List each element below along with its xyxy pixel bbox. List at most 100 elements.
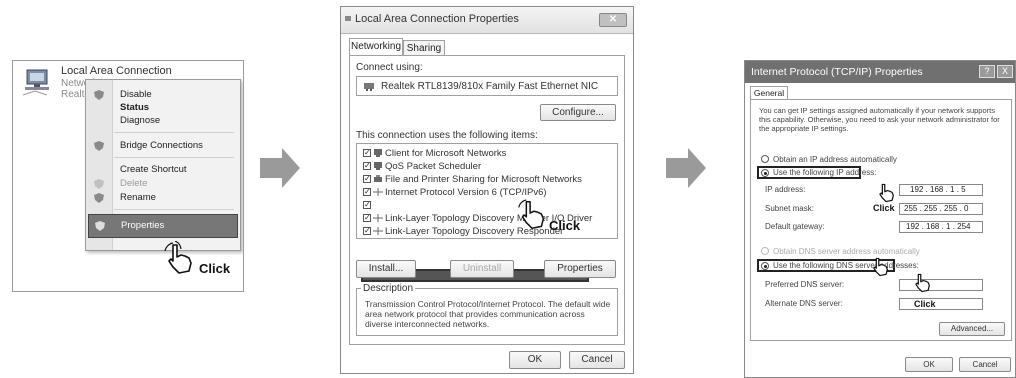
tcpip-properties-dialog: Internet Protocol (TCP/IP) Properties ? … xyxy=(744,60,1016,378)
ip-address-value: 192 . 168 . 1 . 5 xyxy=(910,185,966,194)
obtain-ip-label: Obtain an IP address automatically xyxy=(773,155,897,164)
menu-item-disable[interactable]: Disable xyxy=(120,89,152,100)
arrow-right-icon xyxy=(260,148,300,188)
uninstall-button[interactable]: Uninstall xyxy=(450,260,514,278)
ip-address-input[interactable]: 192 . 168 . 1 . 5 xyxy=(899,184,983,196)
shield-icon xyxy=(94,193,104,203)
item-checkbox[interactable]: ✓ xyxy=(363,162,371,170)
item-checkbox[interactable]: ✓ xyxy=(363,201,371,209)
menu-item-delete[interactable]: Delete xyxy=(120,178,147,189)
menu-item-bridge-connections[interactable]: Bridge Connections xyxy=(120,140,203,151)
menu-separator xyxy=(114,132,234,133)
printer-icon xyxy=(374,175,382,182)
tab-general[interactable]: General xyxy=(750,86,788,100)
click-label: Click xyxy=(199,261,231,276)
menu-item-rename[interactable]: Rename xyxy=(120,192,156,203)
item-checkbox[interactable]: ✓ xyxy=(363,175,371,183)
gateway-label: Default gateway: xyxy=(765,222,825,231)
use-ip-radio[interactable] xyxy=(761,169,769,177)
shield-icon xyxy=(94,141,104,151)
general-pane: You can get IP settings assigned automat… xyxy=(750,99,1012,341)
hand-cursor-icon xyxy=(915,273,930,293)
close-button[interactable]: ✕ xyxy=(599,13,627,27)
subnet-label: Subnet mask: xyxy=(765,204,814,213)
click-label: Click xyxy=(873,203,895,213)
dialog-title: Internet Protocol (TCP/IP) Properties xyxy=(751,66,923,78)
shield-icon xyxy=(95,221,105,231)
items-list: ✓ Client for Microsoft Networks ✓ QoS Pa… xyxy=(356,143,618,282)
install-button[interactable]: Install... xyxy=(356,260,416,278)
subnet-value: 255 . 255 . 255 . 0 xyxy=(904,204,969,213)
description-group: Description Transmission Control Protoco… xyxy=(356,283,618,336)
item-checkbox[interactable]: ✓ xyxy=(363,188,371,196)
preferred-dns-label: Preferred DNS server: xyxy=(765,280,845,289)
protocol-icon xyxy=(373,214,383,222)
use-ip-label: Use the following IP address: xyxy=(773,168,877,177)
list-item[interactable]: Internet Protocol Version 6 (TCP/IPv6) xyxy=(385,187,547,198)
obtain-dns-radio[interactable] xyxy=(761,247,769,255)
obtain-ip-radio[interactable] xyxy=(761,155,769,163)
hand-cursor-icon xyxy=(873,257,888,277)
networking-pane: Connect using: Realtek RTL8139/810x Fami… xyxy=(349,55,625,345)
menu-item-create-shortcut[interactable]: Create Shortcut xyxy=(120,164,187,175)
list-item[interactable]: QoS Packet Scheduler xyxy=(385,161,481,172)
shield-icon xyxy=(94,179,104,189)
item-checkbox[interactable]: ✓ xyxy=(363,227,371,235)
context-menu: Disable Status Diagnose Bridge Connectio… xyxy=(85,79,241,251)
configure-button[interactable]: Configure... xyxy=(540,104,616,121)
advanced-button[interactable]: Advanced... xyxy=(939,322,1005,336)
protocol-icon xyxy=(373,227,383,235)
adapter-name: Realtek RTL8139/810x Family Fast Etherne… xyxy=(381,81,599,92)
network-adapter-icon xyxy=(364,83,374,91)
title-bar: Local Area Connection Properties ✕ xyxy=(341,7,633,34)
help-button[interactable]: ? xyxy=(979,65,995,78)
hand-cursor-icon xyxy=(879,183,894,203)
menu-item-status[interactable]: Status xyxy=(120,102,149,113)
gateway-input[interactable]: 192 . 168 . 1 . 254 xyxy=(899,221,983,233)
hand-cursor-icon xyxy=(518,199,545,229)
items-label: This connection uses the following items… xyxy=(356,130,538,141)
subnet-input[interactable]: 255 . 255 . 255 . 0 xyxy=(899,203,983,215)
properties-button[interactable]: Properties xyxy=(544,260,616,278)
menu-item-properties[interactable]: Properties xyxy=(121,220,164,231)
description-label: Description xyxy=(361,283,416,294)
shield-icon xyxy=(94,90,104,100)
ok-button[interactable]: OK xyxy=(509,351,561,369)
connection-properties-dialog: Local Area Connection Properties ✕ Netwo… xyxy=(340,6,634,374)
list-item[interactable]: Client for Microsoft Networks xyxy=(385,148,506,159)
tab-networking[interactable]: Networking xyxy=(349,38,403,56)
gateway-value: 192 . 168 . 1 . 254 xyxy=(906,222,971,231)
client-icon xyxy=(374,149,382,157)
qos-icon xyxy=(374,162,382,170)
cancel-button[interactable]: Cancel xyxy=(569,351,625,369)
connection-name[interactable]: Local Area Connection xyxy=(61,65,172,77)
list-item[interactable]: File and Printer Sharing for Microsoft N… xyxy=(385,174,582,185)
context-menu-screenshot: Local Area Connection Network Realtek Di… xyxy=(12,60,244,292)
cancel-button[interactable]: Cancel xyxy=(959,357,1011,372)
menu-separator xyxy=(114,157,234,158)
obtain-dns-label: Obtain DNS server address automatically xyxy=(773,247,920,256)
click-label: Click xyxy=(549,218,581,233)
alternate-dns-label: Alternate DNS server: xyxy=(765,299,843,308)
item-checkbox[interactable]: ✓ xyxy=(363,214,371,222)
protocol-icon xyxy=(373,188,383,196)
dialog-title: Local Area Connection Properties xyxy=(355,13,519,25)
menu-separator xyxy=(114,209,234,210)
item-checkbox[interactable]: ✓ xyxy=(363,149,371,157)
tab-sharing[interactable]: Sharing xyxy=(403,40,445,56)
protocol-icon xyxy=(373,201,383,209)
use-dns-label: Use the following DNS server addresses: xyxy=(773,261,919,270)
alternate-dns-input[interactable]: Click xyxy=(899,298,983,310)
title-bar: Internet Protocol (TCP/IP) Properties ? … xyxy=(745,61,1015,83)
intro-text: You can get IP settings assigned automat… xyxy=(759,106,1000,133)
ok-button[interactable]: OK xyxy=(905,357,953,372)
menu-item-properties-highlight[interactable]: Properties xyxy=(88,214,238,238)
click-label: Click xyxy=(914,299,936,309)
adapter-field: Realtek RTL8139/810x Family Fast Etherne… xyxy=(356,76,618,96)
use-dns-radio[interactable] xyxy=(761,262,769,270)
menu-item-diagnose[interactable]: Diagnose xyxy=(120,115,160,126)
network-connection-icon xyxy=(22,69,49,96)
network-icon xyxy=(345,16,351,21)
close-button[interactable]: X xyxy=(997,65,1013,78)
description-text: Transmission Control Protocol/Internet P… xyxy=(365,299,611,329)
